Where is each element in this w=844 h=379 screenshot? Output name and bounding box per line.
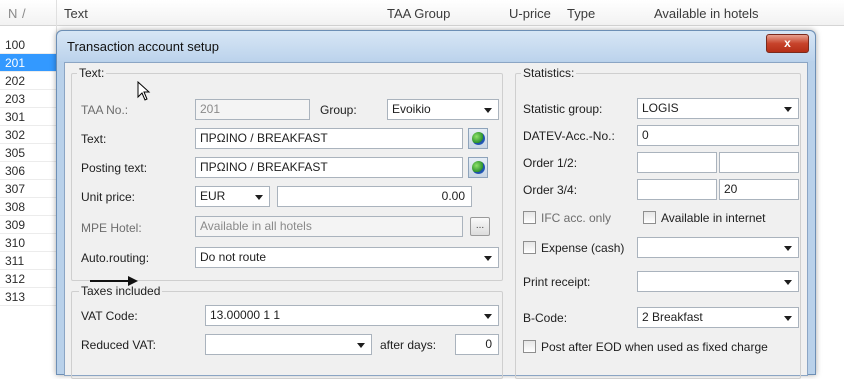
after-days-label: after days:	[380, 338, 437, 352]
statistic-group-label: Statistic group:	[523, 102, 603, 116]
text-group-label: Text:	[77, 66, 107, 80]
sort-indicator-icon: /	[22, 6, 26, 21]
statistic-group-combo[interactable]: LOGIS	[637, 98, 799, 119]
transaction-account-dialog: Transaction account setup x Text: TAA No…	[56, 30, 816, 379]
text-label: Text:	[81, 132, 107, 146]
chevron-down-icon	[784, 107, 792, 112]
vat-code-combo[interactable]: 13.00000 1 1	[205, 305, 499, 326]
list-item[interactable]: 302	[0, 126, 56, 144]
chevron-down-icon	[784, 280, 792, 285]
currency-value: EUR	[200, 189, 226, 203]
print-receipt-label: Print receipt:	[523, 275, 591, 289]
statistic-group-value: LOGIS	[642, 101, 679, 115]
mouse-cursor-icon	[137, 81, 151, 101]
b-code-combo[interactable]: 2 Breakfast	[637, 307, 799, 328]
expense-cash-combo[interactable]	[637, 237, 799, 258]
list-item-selected[interactable]: 201	[0, 54, 56, 72]
group-value: Evoikio	[392, 102, 431, 116]
list-item[interactable]: 305	[0, 144, 56, 162]
unit-price-label: Unit price:	[81, 190, 136, 204]
order-4-field[interactable]: 20	[719, 179, 799, 200]
arrow-right-icon	[90, 276, 138, 286]
available-internet-label: Available in internet	[661, 211, 766, 225]
globe-icon	[472, 161, 485, 174]
post-after-eod-checkbox[interactable]	[523, 340, 536, 353]
chevron-down-icon	[484, 108, 492, 113]
dialog-client-area: Text: TAA No.: 201 Group: Evoikio Text: …	[64, 62, 808, 379]
globe-icon	[472, 132, 485, 145]
text-field[interactable]: ΠΡΩΙΝΟ / BREAKFAST	[195, 128, 463, 149]
dialog-titlebar[interactable]: Transaction account setup x	[57, 31, 815, 61]
currency-combo[interactable]: EUR	[195, 186, 270, 207]
order-34-label: Order 3/4:	[523, 183, 578, 197]
list-item[interactable]: 307	[0, 180, 56, 198]
order-12-label: Order 1/2:	[523, 156, 578, 170]
chevron-down-icon	[484, 256, 492, 261]
available-internet-checkbox[interactable]	[643, 211, 656, 224]
posting-text-label: Posting text:	[81, 161, 148, 175]
list-item[interactable]: 312	[0, 270, 56, 288]
group-combo[interactable]: Evoikio	[387, 99, 499, 120]
auto-routing-label: Auto.routing:	[81, 251, 150, 265]
list-item[interactable]: 308	[0, 198, 56, 216]
translate-text-button[interactable]	[468, 128, 488, 149]
taa-no-field[interactable]: 201	[195, 99, 310, 120]
dialog-title: Transaction account setup	[67, 39, 219, 54]
list-item[interactable]: 100	[0, 36, 56, 54]
datev-acc-label: DATEV-Acc.-No.:	[523, 129, 615, 143]
after-days-field[interactable]: 0	[455, 334, 499, 355]
translate-posting-text-button[interactable]	[468, 157, 488, 178]
column-header-available-in-hotels[interactable]: Available in hotels	[654, 6, 759, 21]
taa-no-label: TAA No.:	[81, 103, 129, 117]
list-item[interactable]: 311	[0, 252, 56, 270]
chevron-down-icon	[255, 195, 263, 200]
statistics-group-label: Statistics:	[521, 66, 577, 80]
chevron-down-icon	[357, 343, 365, 348]
chevron-down-icon	[484, 314, 492, 319]
order-3-field[interactable]	[637, 179, 717, 200]
expense-cash-label: Expense (cash)	[541, 241, 625, 255]
expense-cash-checkbox[interactable]	[523, 241, 536, 254]
column-header-type[interactable]: Type	[567, 6, 595, 21]
print-receipt-combo[interactable]	[637, 271, 799, 292]
list-item[interactable]: 306	[0, 162, 56, 180]
auto-routing-combo[interactable]: Do not route	[195, 247, 499, 268]
taxes-group-label: Taxes included	[79, 284, 163, 298]
close-button[interactable]: x	[766, 34, 809, 53]
list-item[interactable]: 310	[0, 234, 56, 252]
column-header-u-price[interactable]: U-price	[509, 6, 551, 21]
reduced-vat-combo[interactable]	[205, 334, 372, 355]
order-2-field[interactable]	[719, 152, 799, 173]
list-header: N / Text TAA Group U-price Type Availabl…	[0, 0, 844, 26]
chevron-down-icon	[784, 246, 792, 251]
chevron-down-icon	[784, 316, 792, 321]
column-header-taa-group[interactable]: TAA Group	[387, 6, 450, 21]
mpe-hotel-label: MPE Hotel:	[81, 221, 142, 235]
unit-price-field[interactable]: 0.00	[277, 186, 472, 207]
group-label: Group:	[320, 103, 357, 117]
posting-text-field[interactable]: ΠΡΩΙΝΟ / BREAKFAST	[195, 157, 463, 178]
ifc-only-label: IFC acc. only	[541, 211, 612, 225]
reduced-vat-label: Reduced VAT:	[81, 338, 156, 352]
b-code-label: B-Code:	[523, 311, 568, 325]
mpe-hotel-field[interactable]: Available in all hotels	[195, 216, 463, 237]
close-icon: x	[784, 36, 791, 50]
list-item[interactable]: 313	[0, 288, 56, 306]
ifc-only-checkbox[interactable]	[523, 211, 536, 224]
list-item[interactable]: 309	[0, 216, 56, 234]
list-item[interactable]: 202	[0, 72, 56, 90]
column-header-n[interactable]: N	[8, 6, 17, 21]
vat-code-label: VAT Code:	[81, 309, 138, 323]
post-after-eod-label: Post after EOD when used as fixed charge	[541, 340, 768, 354]
column-header-text[interactable]: Text	[64, 6, 88, 21]
order-1-field[interactable]	[637, 152, 717, 173]
b-code-value: 2 Breakfast	[642, 310, 703, 324]
list-item[interactable]: 301	[0, 108, 56, 126]
list-item[interactable]: 203	[0, 90, 56, 108]
auto-routing-value: Do not route	[200, 250, 267, 264]
datev-acc-field[interactable]: 0	[637, 125, 799, 146]
vat-code-value: 13.00000 1 1	[210, 308, 281, 322]
mpe-hotel-browse-button[interactable]: ...	[470, 217, 490, 236]
